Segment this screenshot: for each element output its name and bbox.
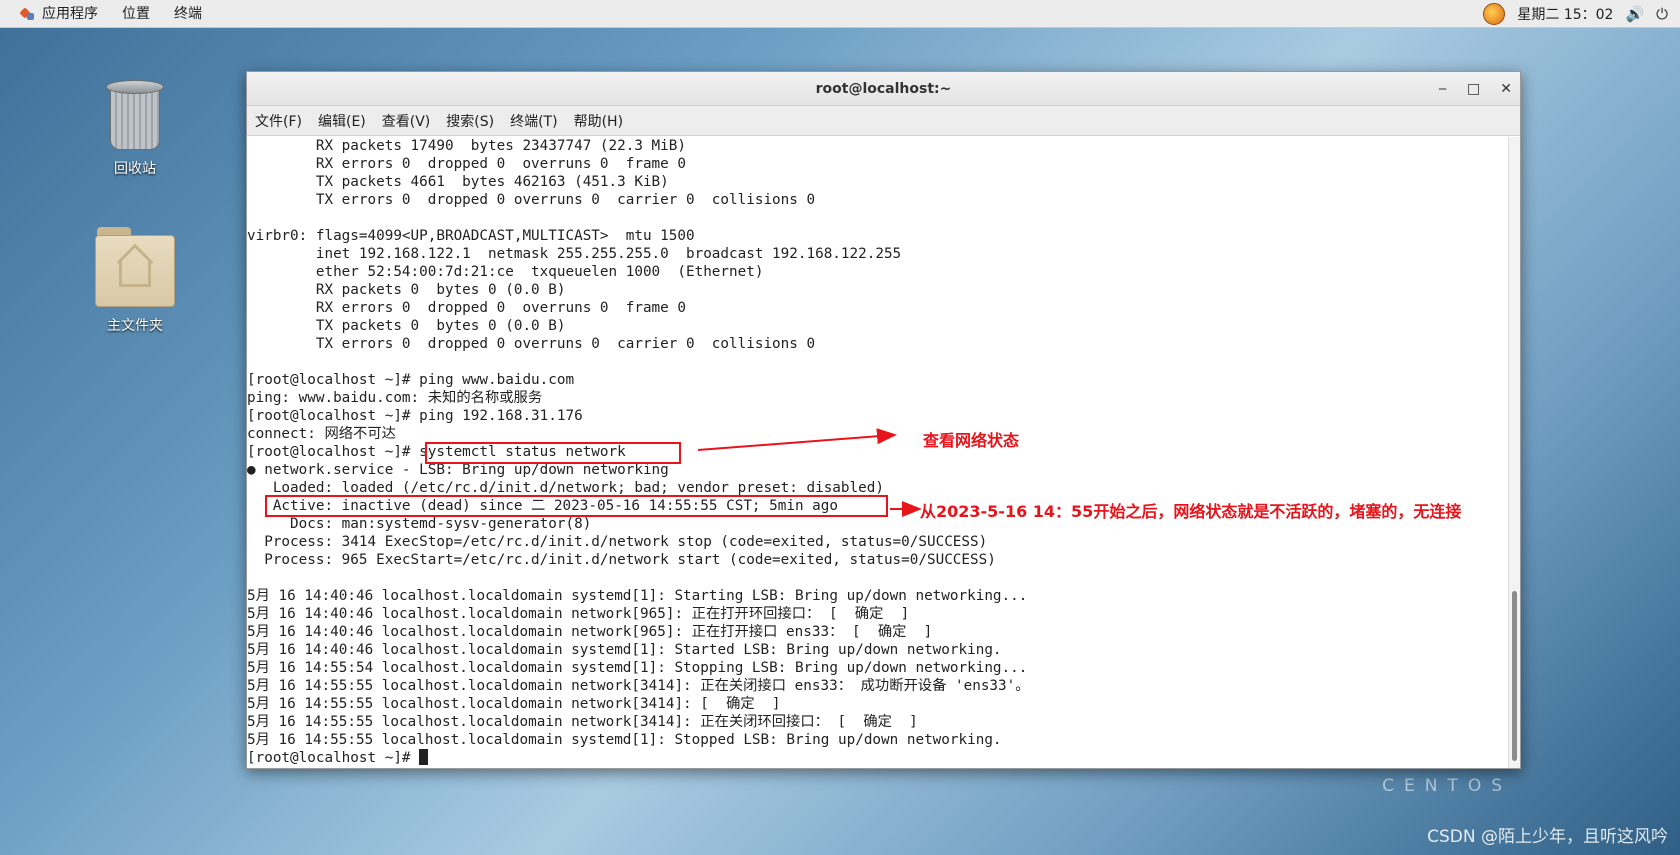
desktop-home-folder[interactable]: 主文件夹: [80, 225, 190, 335]
terminal-line: TX errors 0 dropped 0 overruns 0 carrier…: [247, 336, 816, 352]
terminal-line: inet 192.168.122.1 netmask 255.255.255.0…: [247, 246, 902, 262]
menu-help[interactable]: 帮助(H): [574, 111, 623, 131]
maximize-button[interactable]: □: [1467, 81, 1480, 97]
terminal-line: TX packets 4661 bytes 462163 (451.3 KiB): [247, 174, 669, 190]
terminal-line: Process: 965 ExecStart=/etc/rc.d/init.d/…: [247, 552, 996, 568]
highlight-active-box: [265, 495, 888, 517]
terminal-line: virbr0: flags=4099<UP,BROADCAST,MULTICAS…: [247, 228, 695, 244]
menu-edit[interactable]: 编辑(E): [318, 111, 366, 131]
centos-brand: CENTOS: [1382, 776, 1512, 796]
weather-icon[interactable]: [1483, 2, 1506, 25]
terminal-window: root@localhost:~ ‒ □ ✕ 文件(F) 编辑(E) 查看(V)…: [246, 71, 1521, 769]
trash-label: 回收站: [114, 161, 156, 177]
places-menu[interactable]: 位置: [110, 0, 162, 28]
desktop-trash[interactable]: 回收站: [80, 80, 190, 178]
terminal-line: 5月 16 14:55:55 localhost.localdomain sys…: [247, 732, 1002, 748]
menu-file[interactable]: 文件(F): [255, 111, 302, 131]
terminal-menu[interactable]: 终端: [162, 0, 214, 28]
minimize-button[interactable]: ‒: [1438, 81, 1447, 97]
terminal-line: 5月 16 14:55:55 localhost.localdomain net…: [247, 714, 918, 730]
terminal-line: RX packets 0 bytes 0 (0.0 B): [247, 282, 566, 298]
terminal-line: RX errors 0 dropped 0 overruns 0 frame 0: [247, 300, 686, 316]
terminal-line: RX errors 0 dropped 0 overruns 0 frame 0: [247, 156, 686, 172]
terminal-scrollbar[interactable]: [1508, 137, 1520, 768]
terminal-line: TX packets 0 bytes 0 (0.0 B): [247, 318, 566, 334]
window-title: root@localhost:~: [815, 80, 952, 97]
menu-search[interactable]: 搜索(S): [446, 111, 494, 131]
terminal-line: [root@localhost ~]# ping 192.168.31.176: [247, 408, 583, 424]
terminal-prompt-line[interactable]: [root@localhost ~]#: [247, 749, 1508, 767]
power-icon[interactable]: ⏻: [1656, 5, 1668, 23]
terminal-line: 5月 16 14:40:46 localhost.localdomain net…: [247, 624, 933, 640]
volume-icon[interactable]: 🔊: [1625, 5, 1644, 23]
watermark: CSDN @陌上少年，且听这风吟: [1427, 827, 1668, 847]
terminal-line: 5月 16 14:40:46 localhost.localdomain sys…: [247, 642, 1002, 658]
terminal-line: 5月 16 14:55:55 localhost.localdomain net…: [247, 696, 781, 712]
window-titlebar[interactable]: root@localhost:~ ‒ □ ✕: [247, 72, 1520, 106]
terminal-line: 5月 16 14:55:55 localhost.localdomain net…: [247, 678, 1030, 694]
window-controls: ‒ □ ✕: [1438, 72, 1512, 106]
menu-terminal[interactable]: 终端(T): [510, 111, 557, 131]
menu-view[interactable]: 查看(V): [382, 111, 431, 131]
terminal-line: Process: 3414 ExecStop=/etc/rc.d/init.d/…: [247, 534, 988, 550]
clock[interactable]: 星期二 15：02: [1517, 4, 1613, 24]
text-cursor: [419, 749, 429, 765]
terminal-line: 5月 16 14:40:46 localhost.localdomain net…: [247, 606, 910, 622]
terminal-line: [root@localhost ~]# ping www.baidu.com: [247, 372, 575, 388]
applications-label: 应用程序: [42, 5, 98, 22]
applications-icon: [20, 6, 36, 22]
terminal-line: 5月 16 14:55:54 localhost.localdomain sys…: [247, 660, 1028, 676]
window-menubar: 文件(F) 编辑(E) 查看(V) 搜索(S) 终端(T) 帮助(H): [247, 106, 1520, 136]
top-menu: 应用程序 位置 终端: [0, 0, 214, 28]
status-area: 星期二 15：02 🔊 ⏻: [1483, 2, 1680, 25]
top-panel: 应用程序 位置 终端 星期二 15：02 🔊 ⏻: [0, 0, 1680, 28]
close-button[interactable]: ✕: [1500, 81, 1512, 97]
terminal-line: 5月 16 14:40:46 localhost.localdomain sys…: [247, 588, 1028, 604]
terminal-line: RX packets 17490 bytes 23437747 (22.3 Mi…: [247, 138, 686, 154]
status-note: 查看网络状态: [923, 431, 1020, 450]
terminal-line: connect: 网络不可达: [247, 426, 396, 442]
scrollbar-thumb[interactable]: [1512, 591, 1517, 761]
terminal-line: TX errors 0 dropped 0 overruns 0 carrier…: [247, 192, 816, 208]
terminal-line: ping: www.baidu.com: 未知的名称或服务: [247, 390, 543, 406]
trash-icon: [106, 80, 164, 152]
home-folder-label: 主文件夹: [107, 318, 163, 334]
highlight-command-box: [425, 442, 681, 464]
terminal-line: ether 52:54:00:7d:21:ce txqueuelen 1000 …: [247, 264, 764, 280]
home-folder-icon: [93, 225, 177, 309]
terminal-prompt: [root@localhost ~]#: [247, 750, 420, 766]
applications-menu[interactable]: 应用程序: [8, 0, 110, 28]
inactive-note: 从2023-5-16 14：55开始之后，网络状态就是不活跃的，堵塞的，无连接: [920, 502, 1462, 521]
